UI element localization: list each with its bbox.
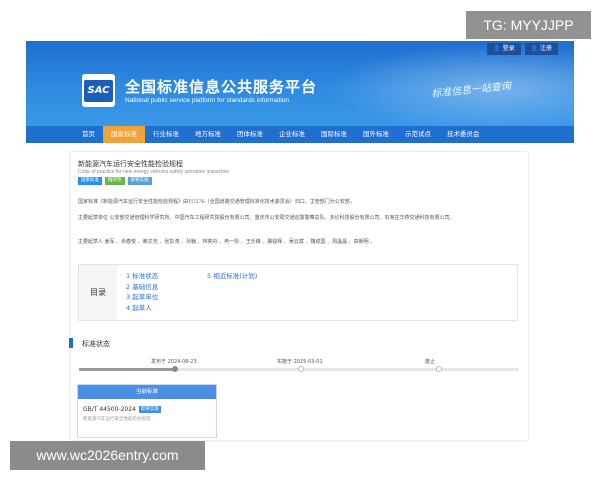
toc-column-right: 5 相近标准(计划)	[207, 271, 257, 282]
watermark-tag: TG: MYYJJPP	[466, 11, 591, 39]
current-standard-heading: 当前标准	[78, 385, 216, 399]
table-of-contents: 目录 1 标准状态 2 基础信息 3 起草单位 4 起草人 5 相近标准(计划)	[78, 264, 518, 321]
watermark-url: www.wc2026entry.com	[10, 441, 205, 470]
toc-item-status[interactable]: 1 标准状态	[126, 271, 158, 282]
nav-item-international[interactable]: 国际标准	[313, 126, 355, 143]
nav-item-demo[interactable]: 示范试点	[397, 126, 439, 143]
current-standard-name: 新能源汽车运行安全性能检验规程	[83, 417, 151, 422]
timeline-dot-effective	[298, 366, 304, 372]
current-standard-code: GB/T 44500-2024	[83, 406, 136, 413]
toc-column-left: 1 标准状态 2 基础信息 3 起草单位 4 起草人	[126, 271, 158, 313]
standard-badges: 国家标准 推荐性 即将实施	[78, 177, 152, 185]
toc-item-related[interactable]: 5 相近标准(计划)	[207, 271, 257, 282]
badge-recommended: 推荐性	[105, 177, 125, 185]
badge-upcoming: 即将实施	[127, 177, 152, 185]
badge-national: 国家标准	[78, 177, 102, 185]
toc-item-basic-info[interactable]: 2 基础信息	[126, 282, 158, 293]
status-heading: 标准状态	[82, 340, 110, 348]
timeline-progress	[79, 368, 176, 371]
register-link[interactable]: 👤 注册	[524, 43, 558, 55]
current-standard-tag: 即将实施	[138, 406, 161, 413]
login-label: 登录	[502, 45, 515, 52]
timeline-dot-abolished	[436, 366, 442, 372]
page: TG: MYYJJPP 👤 登录 👤 注册 SAC 全国标准信息公共服务平台 N…	[0, 0, 600, 480]
drafters: 主要起草人 姜军 、俞春俊 、赖文浩 、张彭涛 、孙巍 、林奕舟 、冉一彤 、王…	[78, 239, 376, 245]
abolished-label: 废止	[425, 359, 436, 365]
toc-item-drafting-units[interactable]: 3 起草单位	[126, 292, 158, 303]
logo-text: SAC	[84, 79, 113, 102]
toc-item-drafters[interactable]: 4 起草人	[126, 303, 158, 314]
timeline-dot-published	[172, 366, 178, 372]
nav-item-home[interactable]: 首页	[74, 126, 103, 143]
nav-item-enterprise[interactable]: 企业标准	[271, 126, 313, 143]
register-label: 注册	[539, 45, 552, 52]
nav-item-local[interactable]: 地方标准	[187, 126, 229, 143]
toc-heading: 目录	[79, 265, 117, 320]
section-marker	[69, 338, 73, 348]
nav-item-committee[interactable]: 技术委员会	[439, 126, 488, 143]
user-links: 👤 登录 👤 注册	[487, 43, 558, 55]
standard-detail: 新能源汽车运行安全性能检验规程 Code of practice for new…	[69, 152, 528, 440]
current-standard-code-row: GB/T 44500-2024 即将实施	[83, 406, 161, 413]
published-date: 发布于 2024-08-23	[151, 359, 197, 365]
nav-item-industry[interactable]: 行业标准	[145, 126, 187, 143]
effective-date: 实施于 2025-03-01	[277, 359, 323, 365]
nav-item-foreign[interactable]: 国外标准	[355, 126, 397, 143]
site-subtitle: National public service platform for sta…	[125, 97, 290, 104]
site-title: 全国标准信息公共服务平台	[125, 78, 318, 96]
standard-intro: 国家标准《新能源汽车运行安全性能检验规程》由TC576（全国道路交通管理标准化技…	[78, 199, 355, 205]
nav-item-national[interactable]: 国家标准	[103, 126, 145, 143]
site-header: 👤 登录 👤 注册 SAC 全国标准信息公共服务平台 National publ…	[26, 41, 574, 126]
sac-logo[interactable]: SAC	[82, 74, 115, 107]
current-standard-card[interactable]: 当前标准 GB/T 44500-2024 即将实施 新能源汽车运行安全性能检验规…	[77, 384, 217, 438]
standard-title: 新能源汽车运行安全性能检验规程	[78, 160, 183, 168]
standard-title-en: Code of practice for new energy vehicles…	[78, 169, 230, 175]
nav-item-group[interactable]: 团体标准	[229, 126, 271, 143]
main-nav: 首页 国家标准 行业标准 地方标准 团体标准 企业标准 国际标准 国外标准 示范…	[26, 126, 574, 143]
status-timeline	[79, 366, 519, 372]
drafting-units: 主要起草单位 公安部交通管理科学研究所、中国汽车工程研究院股份有限公司、重庆市公…	[78, 215, 455, 221]
login-link[interactable]: 👤 登录	[487, 43, 521, 55]
